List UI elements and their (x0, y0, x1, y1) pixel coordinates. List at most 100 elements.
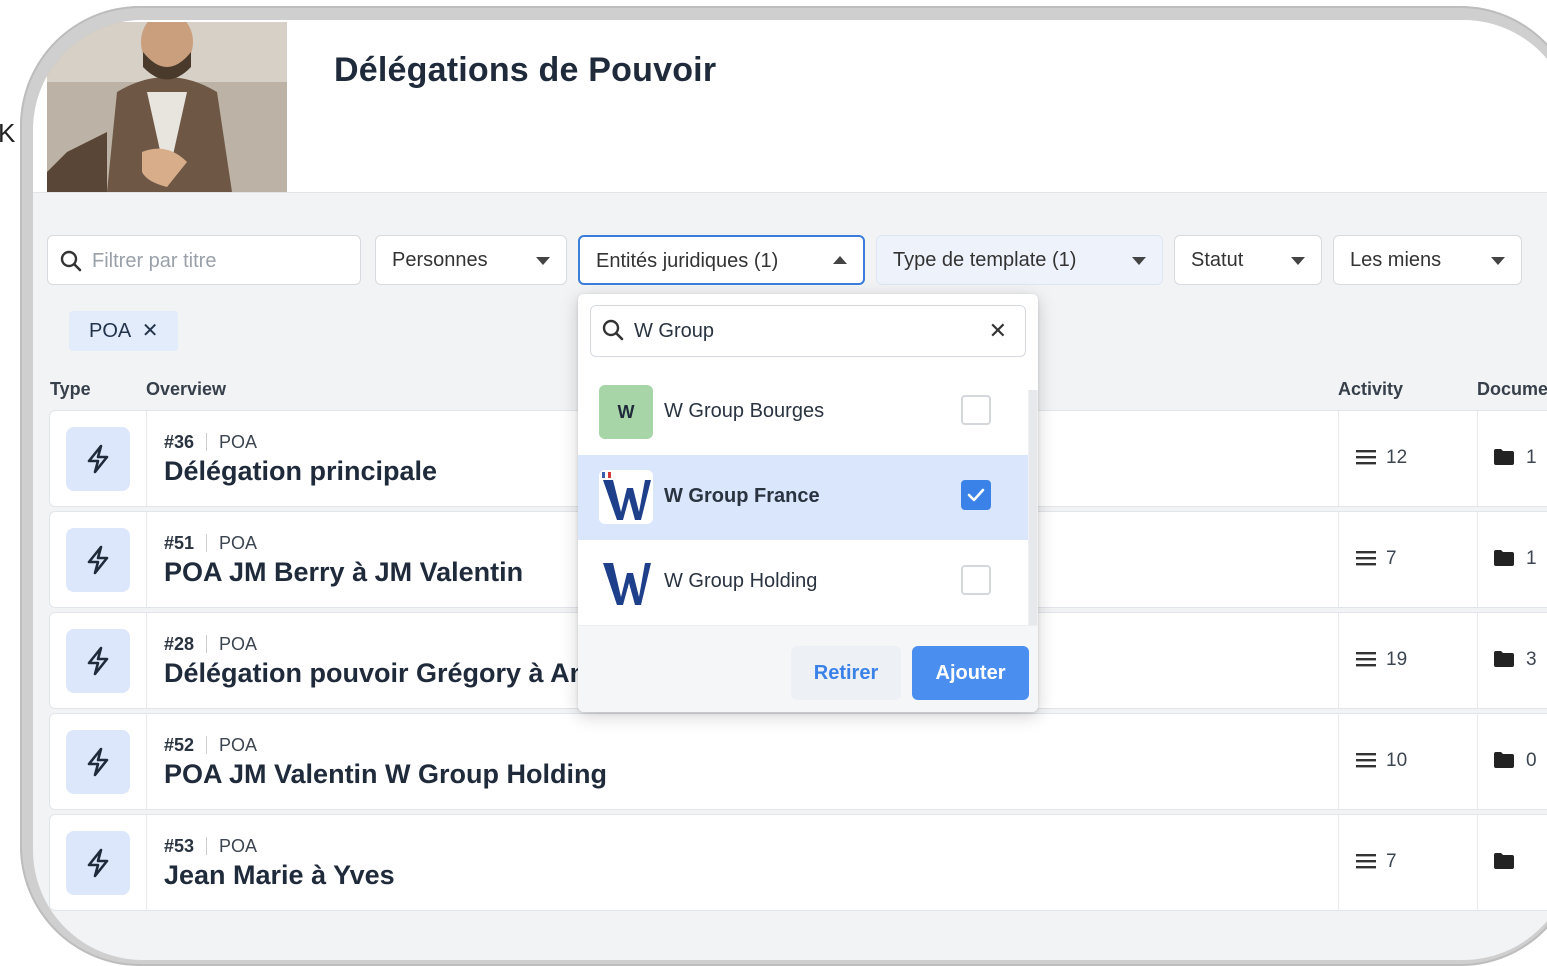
entity-option-label: W Group Holding (664, 570, 818, 592)
row-activity: 12 (1356, 447, 1407, 469)
chevron-up-icon (833, 256, 847, 264)
scrollbar-thumb[interactable] (1029, 390, 1037, 630)
filter-les-miens[interactable]: Les miens (1333, 235, 1522, 285)
edge-glyph: K (0, 118, 16, 148)
column-divider (1477, 512, 1478, 607)
row-type: POA (219, 432, 258, 452)
column-divider (146, 815, 147, 910)
filter-entites-juridiques[interactable]: Entités juridiques (1) (578, 235, 865, 285)
dropdown-scrollbar[interactable] (1028, 390, 1038, 640)
chevron-down-icon (536, 257, 550, 265)
bolt-icon (87, 545, 109, 575)
row-id: #51 (164, 533, 195, 553)
entity-option-w-group-france[interactable]: W Group France (578, 455, 1028, 540)
dropdown-footer: Retirer Ajouter (578, 625, 1038, 712)
column-divider (1477, 714, 1478, 809)
active-filter-chip[interactable]: POA ✕ (69, 311, 179, 351)
row-type-badge (66, 427, 130, 491)
page-header: Délégations de Pouvoir (33, 20, 1547, 193)
close-icon[interactable]: ✕ (989, 318, 1007, 344)
app-screen: Délégations de Pouvoir Personnes Entités… (33, 20, 1547, 960)
divider (206, 635, 208, 653)
filter-personnes[interactable]: Personnes (375, 235, 567, 285)
row-documents: 3 (1494, 649, 1537, 671)
folder-icon (1494, 853, 1514, 869)
row-title[interactable]: Délégation principale (164, 456, 437, 487)
entity-checkbox[interactable] (961, 480, 991, 510)
column-divider (1338, 411, 1339, 506)
row-meta: #28 POA (164, 634, 257, 655)
column-divider (1338, 815, 1339, 910)
column-divider (146, 714, 147, 809)
title-filter-input[interactable] (47, 235, 361, 285)
row-type-badge (66, 629, 130, 693)
row-meta: #53 POA (164, 836, 257, 857)
w-group-logo (599, 555, 653, 609)
filter-type-template[interactable]: Type de template (1) (876, 235, 1163, 285)
row-title[interactable]: POA JM Valentin W Group Holding (164, 759, 607, 790)
filter-type-template-label: Type de template (1) (893, 249, 1077, 271)
column-header-overview[interactable]: Overview (146, 379, 226, 400)
check-icon (967, 488, 985, 502)
row-activity: 7 (1356, 548, 1397, 570)
column-divider (146, 512, 147, 607)
entity-checkbox[interactable] (961, 565, 991, 595)
row-meta: #36 POA (164, 432, 257, 453)
row-meta: #52 POA (164, 735, 257, 756)
row-activity: 19 (1356, 649, 1407, 671)
row-id: #36 (164, 432, 195, 452)
entity-option-w-group-bourges[interactable]: W W Group Bourges (578, 370, 1028, 455)
divider (206, 534, 208, 552)
row-type-badge (66, 730, 130, 794)
entity-option-w-group-holding[interactable]: W Group Holding (578, 540, 1028, 625)
title-filter-field[interactable] (90, 246, 354, 276)
filter-statut-label: Statut (1191, 249, 1244, 271)
column-header-documents[interactable]: Docume (1477, 379, 1547, 400)
column-divider (1477, 411, 1478, 506)
retirer-button[interactable]: Retirer (791, 646, 901, 700)
search-icon (602, 319, 624, 346)
column-divider (146, 411, 147, 506)
table-row[interactable]: #52 POA POA JM Valentin W Group Holding 1… (49, 713, 1547, 810)
activity-count: 7 (1386, 851, 1397, 872)
column-divider (1477, 815, 1478, 910)
table-row[interactable]: #53 POA Jean Marie à Yves 7 (49, 814, 1547, 911)
row-activity: 10 (1356, 750, 1407, 772)
ajouter-button[interactable]: Ajouter (912, 646, 1029, 700)
entity-checkbox[interactable] (961, 395, 991, 425)
column-header-activity[interactable]: Activity (1338, 379, 1403, 400)
row-id: #28 (164, 634, 195, 654)
row-type: POA (219, 634, 258, 654)
row-type-badge (66, 831, 130, 895)
column-divider (146, 613, 147, 708)
row-title[interactable]: Jean Marie à Yves (164, 860, 395, 891)
close-icon[interactable]: ✕ (142, 320, 159, 342)
filter-les-miens-label: Les miens (1350, 249, 1442, 271)
entity-option-label: W Group France (664, 485, 820, 507)
chevron-down-icon (1132, 257, 1146, 265)
filter-statut[interactable]: Statut (1174, 235, 1322, 285)
hero-image (47, 22, 287, 192)
column-divider (1338, 512, 1339, 607)
row-documents (1494, 851, 1526, 873)
documents-count: 0 (1526, 750, 1537, 771)
row-type: POA (219, 735, 258, 755)
divider (206, 433, 208, 451)
folder-icon (1494, 550, 1514, 566)
row-documents: 0 (1494, 750, 1537, 772)
entity-search-input[interactable]: W Group ✕ (590, 305, 1026, 357)
activity-count: 19 (1386, 649, 1408, 670)
row-type-badge (66, 528, 130, 592)
w-group-logo (599, 470, 653, 524)
row-documents: 1 (1494, 548, 1537, 570)
list-lines-icon (1356, 450, 1376, 465)
bolt-icon (87, 444, 109, 474)
page-title: Délégations de Pouvoir (334, 51, 717, 89)
activity-count: 12 (1386, 447, 1408, 468)
entity-logo: W (599, 385, 653, 439)
folder-icon (1494, 752, 1514, 768)
row-title[interactable]: Délégation pouvoir Grégory à Anr (164, 658, 597, 689)
folder-icon (1494, 651, 1514, 667)
row-title[interactable]: POA JM Berry à JM Valentin (164, 557, 523, 588)
column-header-type[interactable]: Type (50, 379, 91, 400)
